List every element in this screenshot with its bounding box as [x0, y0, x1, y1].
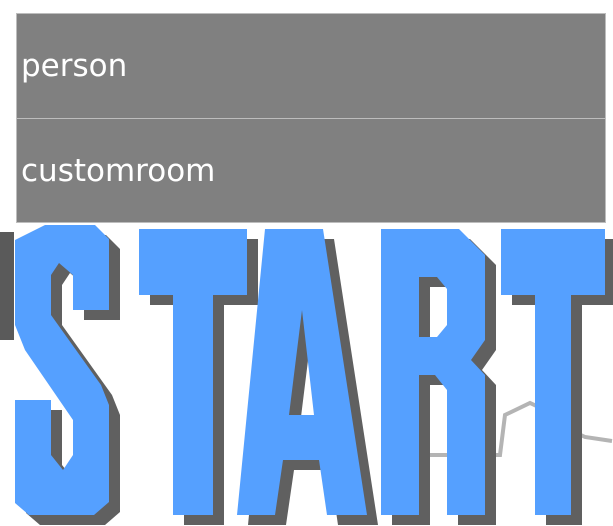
game-screen: person customroom: [0, 0, 613, 526]
menu-item-label: customroom: [21, 152, 216, 189]
start-button[interactable]: [0, 225, 613, 526]
menu-item-customroom[interactable]: customroom: [16, 118, 606, 223]
start-text-graphic: [15, 225, 613, 525]
menu-item-person[interactable]: person: [16, 13, 606, 119]
menu-item-label: person: [21, 48, 128, 84]
